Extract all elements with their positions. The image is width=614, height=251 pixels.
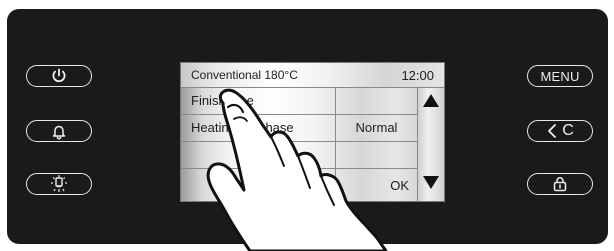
- lamp-icon: [49, 174, 69, 194]
- list-item-finish-time[interactable]: Finish time: [181, 88, 417, 115]
- back-button-content: C: [546, 123, 574, 139]
- lock-button[interactable]: [527, 173, 593, 195]
- display-screen: Conventional 180°C 12:00 Finish time Hea…: [180, 62, 445, 202]
- bell-icon: [50, 122, 68, 140]
- timer-button[interactable]: [26, 120, 92, 142]
- mode-label: Conventional 180°C: [191, 68, 298, 82]
- list-item-heating-up-phase[interactable]: Heating-up phase Normal: [181, 115, 417, 142]
- confirm-row-label: [181, 169, 336, 201]
- empty-row-label: [181, 142, 336, 168]
- scroll-down-icon[interactable]: [423, 176, 439, 189]
- empty-row-value: [336, 142, 417, 168]
- clock-time: 12:00: [401, 68, 434, 83]
- list-item-empty: [181, 142, 417, 169]
- scrollbar[interactable]: [417, 88, 444, 201]
- back-button[interactable]: C: [527, 120, 593, 142]
- power-button[interactable]: [26, 65, 92, 87]
- heating-up-phase-value: Normal: [355, 120, 398, 135]
- confirm-row: OK: [181, 169, 417, 201]
- finish-time-value: [336, 88, 417, 114]
- chevron-left-icon: [546, 123, 558, 139]
- back-button-label: C: [562, 122, 574, 139]
- menu-button[interactable]: MENU: [527, 65, 593, 87]
- scroll-up-icon[interactable]: [423, 94, 439, 107]
- menu-list: Finish time Heating-up phase Normal OK: [181, 88, 444, 201]
- menu-button-label: MENU: [540, 68, 580, 84]
- finish-time-label: Finish time: [181, 88, 336, 114]
- lock-icon: [551, 175, 569, 193]
- ok-button[interactable]: OK: [336, 169, 417, 201]
- heating-up-phase-label: Heating-up phase: [181, 115, 336, 141]
- light-button[interactable]: [26, 173, 92, 195]
- power-icon: [50, 67, 68, 85]
- status-bar: Conventional 180°C 12:00: [181, 63, 444, 88]
